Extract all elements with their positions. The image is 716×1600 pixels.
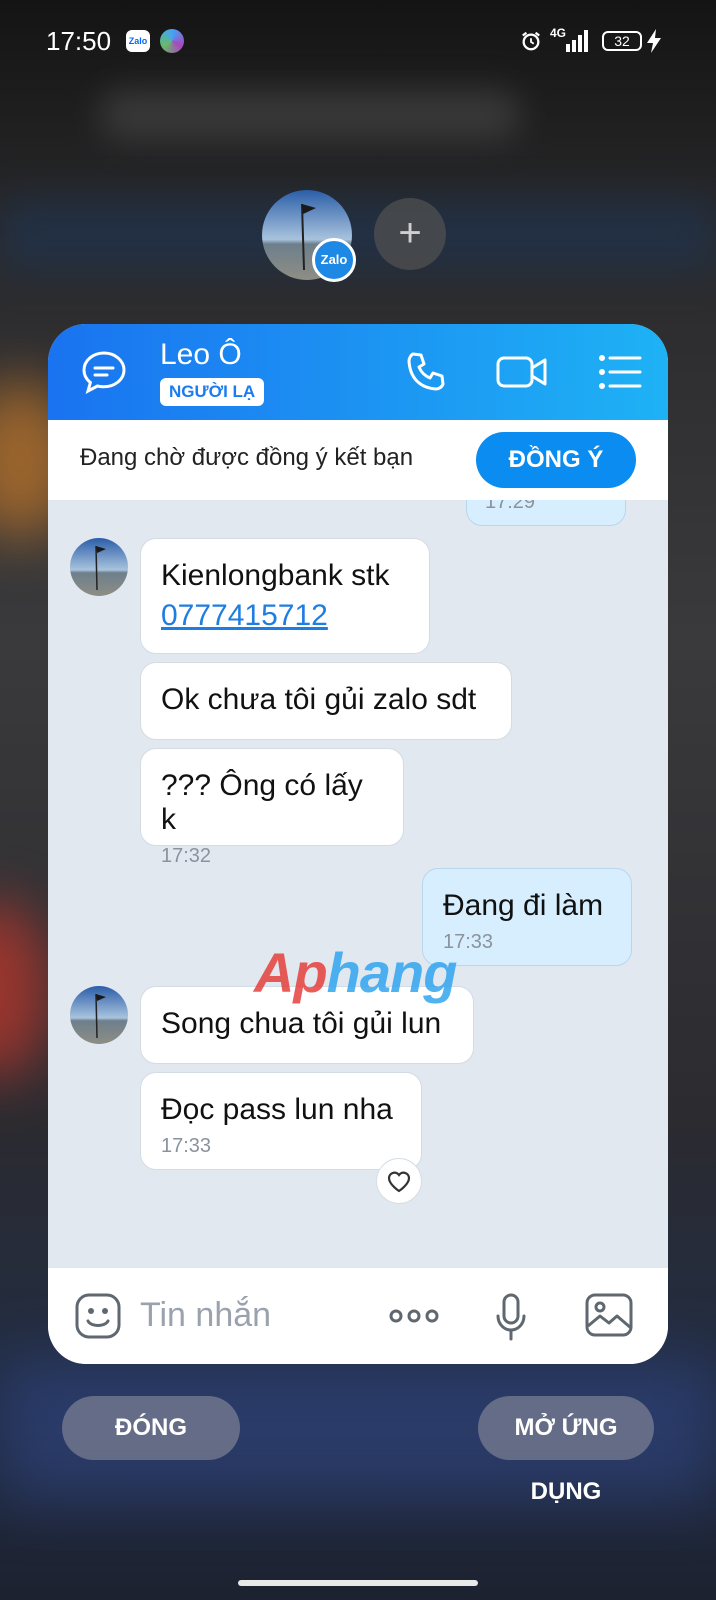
phone-number-link[interactable]: 0777415712 [161,599,409,633]
network-type: 4G [550,26,567,40]
accept-button[interactable]: ĐỒNG Ý [476,432,636,488]
stranger-badge: NGƯỜI LẠ [160,378,265,406]
menu-icon[interactable] [598,352,642,392]
message-bubble[interactable]: Kienlongbank stk 0777415712 [140,538,430,654]
zalo-notification-icon: Zalo [126,30,150,52]
add-chat-head-button[interactable]: + [374,198,446,270]
avatar[interactable] [70,986,128,1044]
message-text: Kienlongbank stk [161,559,390,592]
status-time: 17:50 [46,26,112,56]
message-list[interactable]: 17:29 Kienlongbank stk 0777415712 Ok chư… [48,500,668,1268]
alarm-icon [522,31,540,51]
close-button[interactable]: ĐÓNG [62,1396,240,1460]
charging-icon [647,29,661,53]
chat-bubble-icon[interactable] [80,348,128,396]
message-time: 17:33 [443,931,494,953]
message-text: Song chua tôi gủi lun [161,1007,442,1040]
video-icon[interactable] [496,352,548,392]
image-icon[interactable] [584,1292,634,1338]
home-indicator[interactable] [238,1580,478,1586]
watermark-logo: Aphang [254,941,457,1004]
friend-request-banner: Đang chờ được đồng ý kết bạn ĐỒNG Ý [48,420,668,500]
message-text: Ok chưa tôi gủi zalo sdt [161,683,477,716]
message-text: ??? Ông có lấy k [161,769,363,836]
message-time: 17:32 [161,845,212,867]
mic-icon[interactable] [494,1292,528,1342]
signal-icon [566,30,588,52]
message-text: Đang đi làm [443,889,604,922]
more-icon[interactable] [388,1302,440,1330]
pending-text: Đang chờ được đồng ý kết bạn [80,444,414,471]
chat-header: Leo Ô NGƯỜI LẠ [48,324,668,420]
phone-icon[interactable] [404,350,448,394]
message-composer: Tin nhắn [48,1268,668,1364]
message-input[interactable]: Tin nhắn [140,1296,271,1335]
message-bubble[interactable]: Ok chưa tôi gủi zalo sdt [140,662,512,740]
zalo-badge-icon: Zalo [312,238,356,282]
react-button[interactable] [376,1158,422,1204]
app-notification-icon [160,29,184,53]
message-time: 17:29 [485,500,536,513]
message-bubble[interactable]: ??? Ông có lấy k 17:32 [140,748,404,867]
message-time: 17:33 [161,1135,212,1157]
battery-icon: 32 [602,31,642,51]
sticker-icon[interactable] [74,1292,122,1340]
heart-icon [387,1171,411,1193]
open-app-button[interactable]: MỞ ỨNG DỤNG [478,1396,654,1505]
avatar[interactable] [70,538,128,596]
contact-name: Leo Ô [160,338,242,371]
message-text: Đọc pass lun nha [161,1093,393,1126]
status-bar: 17:50 Zalo 4G 32 [0,0,716,84]
chat-bubble-window: Leo Ô NGƯỜI LẠ Đang chờ được đồng ý kết … [48,324,668,1364]
message-bubble-mine[interactable]: 17:29 [466,500,626,526]
message-bubble[interactable]: Đọc pass lun nha 17:33 [140,1072,422,1170]
